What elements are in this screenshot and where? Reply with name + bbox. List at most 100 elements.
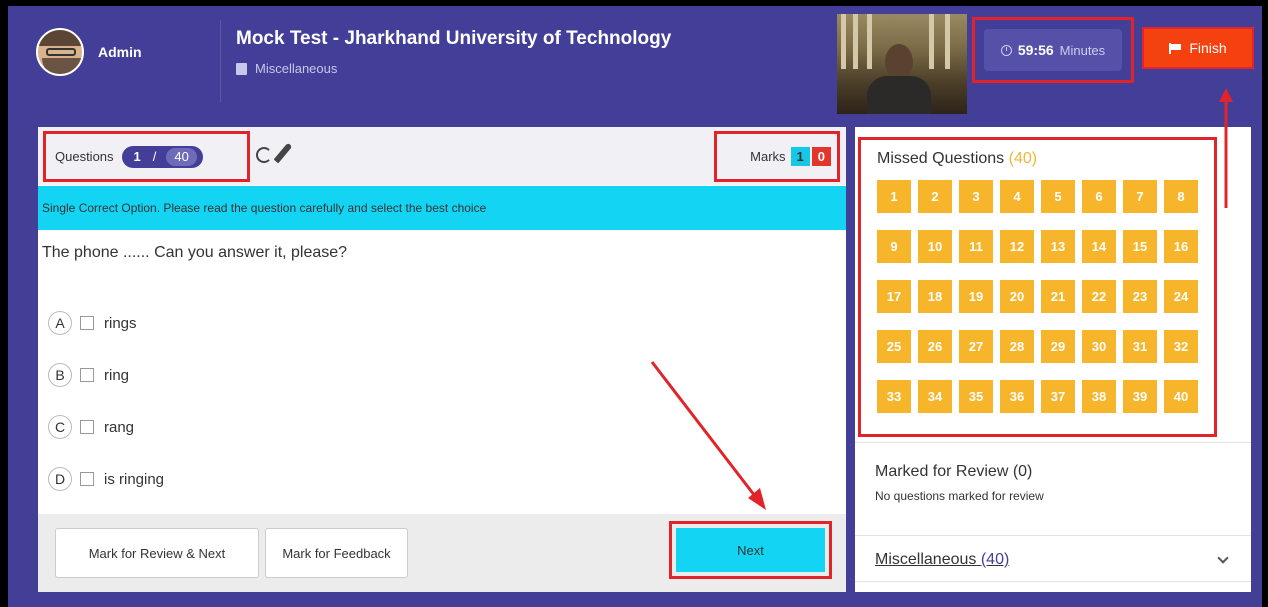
option-letter: D <box>48 467 72 491</box>
question-number-cell[interactable]: 20 <box>1000 280 1034 313</box>
question-number-cell[interactable]: 13 <box>1041 230 1075 263</box>
question-number-cell[interactable]: 7 <box>1123 180 1157 213</box>
question-number-cell[interactable]: 9 <box>877 230 911 263</box>
timer-annotation: 59:56 Minutes <box>972 17 1134 83</box>
question-number-cell[interactable]: 38 <box>1082 380 1116 413</box>
current-question: 1 <box>133 149 141 164</box>
review-subtitle: No questions marked for review <box>875 489 1044 503</box>
option-letter: A <box>48 311 72 335</box>
next-button[interactable]: Next <box>676 528 825 572</box>
option-checkbox[interactable] <box>80 368 94 382</box>
question-number-cell[interactable]: 24 <box>1164 280 1198 313</box>
subtitle-text: Miscellaneous <box>255 61 338 76</box>
question-number-cell[interactable]: 40 <box>1164 380 1198 413</box>
flag-icon <box>1169 42 1182 54</box>
option-checkbox[interactable] <box>80 316 94 330</box>
option-letter: C <box>48 415 72 439</box>
divider <box>855 442 1251 443</box>
question-number-cell[interactable]: 5 <box>1041 180 1075 213</box>
option-d[interactable]: D is ringing <box>48 453 164 505</box>
avatar[interactable] <box>36 28 84 76</box>
question-number-cell[interactable]: 26 <box>918 330 952 363</box>
divider <box>855 535 1251 536</box>
question-number-cell[interactable]: 6 <box>1082 180 1116 213</box>
clock-icon <box>1000 44 1012 56</box>
marks-negative-badge: 0 <box>811 147 831 166</box>
page-subtitle: Miscellaneous <box>236 61 337 76</box>
review-title: Marked for Review (0) <box>875 463 1033 480</box>
question-number-cell[interactable]: 34 <box>918 380 952 413</box>
question-number-cell[interactable]: 33 <box>877 380 911 413</box>
question-number-cell[interactable]: 14 <box>1082 230 1116 263</box>
question-panel: Questions 1 / 40 Marks 1 0 Single Correc… <box>38 127 846 592</box>
webcam-feed <box>837 14 967 114</box>
chevron-down-icon[interactable] <box>1217 552 1229 564</box>
user-name: Admin <box>98 44 142 60</box>
question-number-cell[interactable]: 16 <box>1164 230 1198 263</box>
question-number-cell[interactable]: 23 <box>1123 280 1157 313</box>
header-divider <box>220 20 221 102</box>
question-number-cell[interactable]: 2 <box>918 180 952 213</box>
question-number-cell[interactable]: 19 <box>959 280 993 313</box>
question-number-cell[interactable]: 18 <box>918 280 952 313</box>
timer-unit: Minutes <box>1059 42 1106 58</box>
question-number-cell[interactable]: 3 <box>959 180 993 213</box>
questions-label: Questions <box>55 149 114 164</box>
timer: 59:56 Minutes <box>984 29 1122 71</box>
marks-indicator: Marks 1 0 <box>714 131 840 182</box>
option-text: ring <box>104 366 130 384</box>
question-number-cell[interactable]: 10 <box>918 230 952 263</box>
question-number-cell[interactable]: 32 <box>1164 330 1198 363</box>
mark-review-next-button[interactable]: Mark for Review & Next <box>55 528 259 578</box>
finish-button[interactable]: Finish <box>1142 27 1254 69</box>
book-icon <box>236 62 247 75</box>
refresh-icon[interactable] <box>256 147 272 163</box>
option-checkbox[interactable] <box>80 472 94 486</box>
question-number-cell[interactable]: 31 <box>1123 330 1157 363</box>
question-number-cell[interactable]: 4 <box>1000 180 1034 213</box>
section-count: (40) <box>980 551 1010 568</box>
option-b[interactable]: B ring <box>48 349 164 401</box>
question-number-cell[interactable]: 17 <box>877 280 911 313</box>
question-number-cell[interactable]: 35 <box>959 380 993 413</box>
question-number-cell[interactable]: 21 <box>1041 280 1075 313</box>
question-text: The phone ...... Can you answer it, plea… <box>42 244 348 261</box>
question-number-cell[interactable]: 29 <box>1041 330 1075 363</box>
question-counter: Questions 1 / 40 <box>43 131 250 182</box>
question-palette: Missed Questions (40) 1 2 3 4 5 6 7 8 9 10 11 12 13 1… <box>855 127 1251 592</box>
question-number-cell[interactable]: 1 <box>877 180 911 213</box>
question-number-cell[interactable]: 37 <box>1041 380 1075 413</box>
total-questions: 40 <box>166 147 197 166</box>
question-number-cell[interactable]: 15 <box>1123 230 1157 263</box>
section-name: Miscellaneous <box>875 551 977 568</box>
question-number-cell[interactable]: 28 <box>1000 330 1034 363</box>
option-c[interactable]: C rang <box>48 401 164 453</box>
section-link[interactable]: Miscellaneous (40) <box>875 551 1009 569</box>
question-number-cell[interactable]: 30 <box>1082 330 1116 363</box>
missed-title: Missed Questions (40) <box>877 150 1037 168</box>
option-checkbox[interactable] <box>80 420 94 434</box>
option-a[interactable]: A rings <box>48 297 164 349</box>
marks-positive-badge: 1 <box>790 147 810 166</box>
missed-count: (40) <box>1008 150 1038 167</box>
brush-icon[interactable] <box>273 142 293 164</box>
question-grid: 1 2 3 4 5 6 7 8 9 10 11 12 13 14 15 16 17 18 19 20 21 22 23 24 2… <box>877 180 1198 413</box>
question-number-cell[interactable]: 39 <box>1123 380 1157 413</box>
question-number-cell[interactable]: 11 <box>959 230 993 263</box>
question-number-cell[interactable]: 22 <box>1082 280 1116 313</box>
question-number-cell[interactable]: 25 <box>877 330 911 363</box>
user-profile[interactable]: Admin <box>36 28 142 76</box>
question-progress-pill: 1 / 40 <box>121 145 203 168</box>
progress-separator: / <box>152 149 157 164</box>
page: Admin Mock Test - Jharkhand University o… <box>0 0 1268 607</box>
question-number-cell[interactable]: 27 <box>959 330 993 363</box>
option-text: is ringing <box>104 470 165 488</box>
question-number-cell[interactable]: 36 <box>1000 380 1034 413</box>
divider <box>855 581 1251 582</box>
section-accordion[interactable]: Miscellaneous (40) <box>875 551 1235 569</box>
mark-feedback-button[interactable]: Mark for Feedback <box>265 528 408 578</box>
option-letter: B <box>48 363 72 387</box>
question-number-cell[interactable]: 8 <box>1164 180 1198 213</box>
option-text: rang <box>104 418 135 436</box>
question-number-cell[interactable]: 12 <box>1000 230 1034 263</box>
